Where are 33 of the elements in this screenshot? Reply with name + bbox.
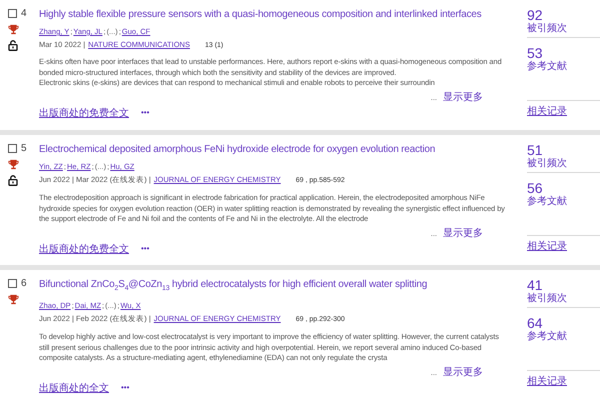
record-number: 4 (21, 8, 27, 19)
related-records-link[interactable]: 相关记录 (527, 104, 567, 118)
full-text-link[interactable]: 出版商处的全文 (39, 380, 109, 394)
record-number: 6 (21, 278, 27, 289)
checkbox[interactable] (8, 279, 17, 288)
times-cited-label: 被引频次 (527, 23, 568, 34)
references-label: 参考文献 (527, 61, 568, 72)
related-records-link[interactable]: 相关记录 (527, 374, 567, 388)
full-text-link[interactable]: 出版商处的免费全文 (39, 242, 129, 256)
checkbox[interactable] (8, 144, 17, 153)
checkbox[interactable] (8, 9, 17, 18)
references-label: 参考文献 (527, 196, 568, 207)
times-cited-count[interactable]: 51 (527, 143, 600, 158)
record-number: 5 (21, 143, 27, 154)
show-more-link[interactable]: 显示更多 (443, 90, 483, 104)
times-cited-label: 被引频次 (527, 293, 568, 304)
article-title-link[interactable]: Bifunctional ZnCo$_{2}$S$_{4}$@CoZn$_{13}$ hybrid electrocatalysts for high efficient overall water splitting (39, 278, 428, 295)
references-count[interactable]: 64 (527, 316, 600, 331)
full-text-link[interactable]: 出版商处的免费全文 (39, 106, 129, 120)
references-label: 参考文献 (527, 331, 568, 342)
references-count[interactable]: 53 (527, 46, 600, 61)
more-options-button[interactable]: ••• (121, 383, 130, 392)
times-cited-count[interactable]: 41 (527, 278, 600, 293)
show-more-link[interactable]: 显示更多 (443, 364, 483, 378)
times-cited-label: 被引频次 (527, 158, 568, 169)
times-cited-count[interactable]: 92 (527, 8, 600, 23)
article-title-link[interactable]: Electrochemical deposited amorphous FeNi hydroxide electrode for oxygen evolution reaction (39, 143, 436, 156)
more-options-button[interactable]: ••• (141, 244, 150, 253)
show-more-link[interactable]: 显示更多 (443, 226, 483, 240)
more-options-button[interactable]: ••• (141, 108, 150, 117)
related-records-link[interactable]: 相关记录 (527, 239, 567, 253)
references-count[interactable]: 56 (527, 181, 600, 196)
article-title-link[interactable]: Highly stable flexible pressure sensors with a quasi-homogeneous composition and interlinked interfaces (39, 8, 482, 21)
